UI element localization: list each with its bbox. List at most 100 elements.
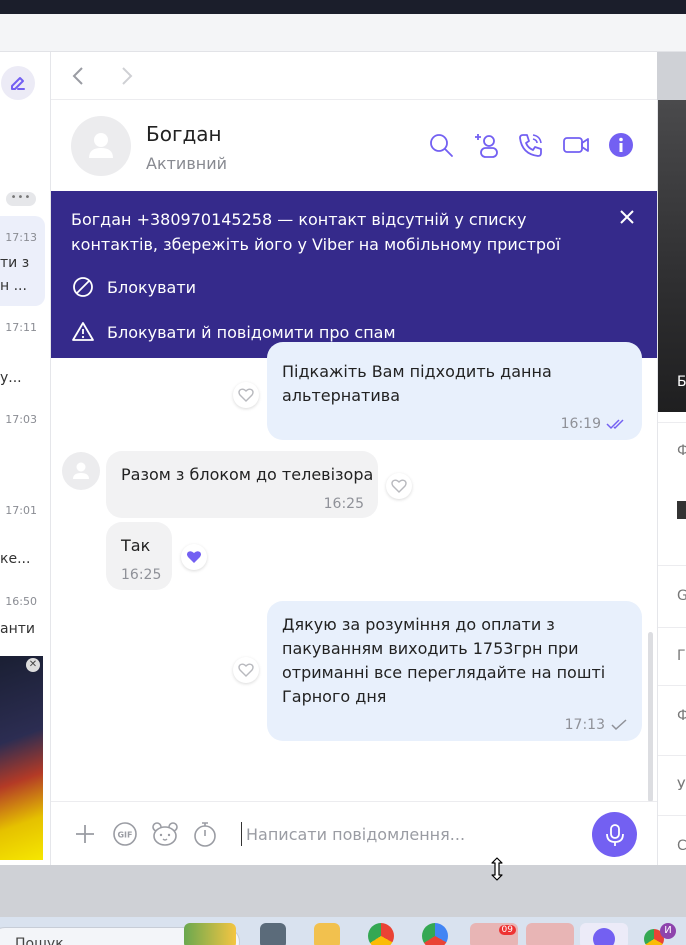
message-text: Гарного дня	[282, 687, 387, 706]
attach-button[interactable]	[71, 820, 99, 848]
close-icon[interactable]	[615, 205, 639, 229]
calculator-icon[interactable]	[260, 923, 286, 945]
microphone-icon	[605, 823, 624, 846]
heart-outline-icon	[238, 388, 254, 402]
ad-image[interactable]: ✕	[0, 656, 43, 860]
info-panel: Б Ф G Г Ф У С	[657, 100, 686, 865]
like-button[interactable]	[386, 473, 412, 499]
forward-icon[interactable]	[114, 64, 138, 88]
chrome-user-icon[interactable]: И	[640, 923, 680, 945]
notification-badge: 09	[498, 925, 516, 935]
info-row[interactable]: G	[658, 565, 686, 627]
scrollbar[interactable]	[648, 632, 653, 802]
sender-avatar[interactable]	[62, 452, 100, 490]
like-button[interactable]	[233, 382, 259, 408]
info-row[interactable]: Ф	[658, 422, 686, 542]
chat-panel: Богдан Активний Богдан +380970145258 — к…	[51, 52, 657, 865]
call-button[interactable]	[516, 130, 546, 160]
composer: GIF	[51, 801, 657, 865]
contact-status: Активний	[146, 154, 228, 173]
info-row[interactable]: С	[658, 815, 686, 865]
message-text: Підкажіть Вам підходить данна	[282, 362, 552, 381]
taskbar: Пошук 09 И	[0, 917, 686, 945]
chat-time: 17:03	[5, 413, 37, 426]
chat-snippet[interactable]: ке...	[0, 551, 50, 567]
search-highlight-icon[interactable]	[184, 923, 236, 945]
unknown-contact-banner: Богдан +380970145258 — контакт відсутній…	[51, 191, 657, 358]
app-icon[interactable]	[526, 923, 574, 945]
message-input[interactable]	[241, 822, 581, 846]
chat-snippet[interactable]: у...	[0, 370, 50, 386]
window-top-strip	[0, 0, 686, 14]
viber-icon[interactable]	[580, 923, 628, 945]
search-icon	[430, 134, 453, 157]
message-text: отриманні все переглядайте на пошті	[282, 663, 606, 682]
block-label: Блокувати	[107, 277, 197, 297]
info-row[interactable]: Ф	[658, 685, 686, 745]
block-report-label: Блокувати й повідомити про спам	[107, 322, 396, 342]
message-text: Так	[121, 536, 151, 555]
person-icon	[73, 462, 89, 479]
more-dots-icon[interactable]: •••	[6, 192, 36, 206]
contact-name: Богдан	[146, 122, 222, 146]
check-icon	[611, 719, 627, 731]
chrome-profile-icon[interactable]	[422, 923, 448, 945]
message-text: Дякую за розуміння до оплати з	[282, 615, 555, 634]
resize-cursor-icon	[491, 857, 503, 881]
banner-text: Богдан +380970145258 — контакт відсутній…	[71, 210, 561, 254]
like-button[interactable]	[233, 657, 259, 683]
message-meta: 17:13	[565, 713, 628, 737]
message-time: 16:25	[323, 496, 364, 512]
taskbar-search-text: Пошук	[15, 936, 64, 945]
folder-icon[interactable]	[314, 923, 340, 945]
chat-snippet[interactable]: анти	[0, 621, 50, 637]
sticker-button[interactable]	[151, 820, 179, 848]
message-bubble-outgoing[interactable]: Підкажіть Вам підходить данна альтернати…	[267, 342, 642, 440]
avatar[interactable]	[71, 116, 131, 176]
like-button-active[interactable]	[181, 544, 207, 570]
chat-snippet: н ...	[0, 278, 27, 294]
voice-message-button[interactable]	[592, 812, 637, 857]
message-time: 16:19	[560, 416, 601, 432]
block-icon	[73, 277, 93, 297]
svg-text:GIF: GIF	[117, 831, 132, 840]
message-text: альтернатива	[282, 386, 400, 405]
search-button[interactable]	[426, 130, 456, 160]
info-row[interactable]: У	[658, 755, 686, 815]
compose-button[interactable]	[1, 66, 35, 100]
message-time: 16:25	[121, 567, 162, 583]
info-row[interactable]: Г	[658, 627, 686, 685]
contact-photo[interactable]	[658, 100, 686, 412]
phone-icon	[519, 134, 542, 157]
chat-time: 17:13	[5, 231, 37, 244]
message-bubble-outgoing[interactable]: Дякую за розуміння до оплати з пакування…	[267, 601, 642, 741]
message-text: пакуванням виходить 1753грн при	[282, 639, 579, 658]
gif-button[interactable]: GIF	[111, 820, 139, 848]
close-icon[interactable]: ✕	[26, 658, 40, 672]
media-thumbnail[interactable]	[677, 501, 686, 519]
message-text: Разом з блоком до телевізора	[121, 465, 374, 484]
telegram-icon[interactable]: 09	[470, 923, 518, 945]
gif-icon: GIF	[113, 822, 137, 846]
video-camera-icon	[563, 137, 589, 153]
chrome-icon[interactable]	[368, 923, 394, 945]
message-bubble-incoming[interactable]: Так 16:25	[106, 522, 172, 590]
browser-toolbar	[0, 14, 686, 52]
block-button[interactable]: Блокувати	[71, 274, 196, 300]
edit-icon	[11, 77, 25, 90]
plus-icon	[76, 825, 94, 843]
message-bubble-incoming[interactable]: Разом з блоком до телевізора 16:25	[106, 451, 378, 518]
message-time: 17:13	[564, 717, 605, 733]
chat-header: Богдан Активний	[51, 100, 657, 191]
chat-snippet: ти з	[0, 255, 30, 271]
photo-caption: Б	[677, 374, 686, 390]
info-button[interactable]	[606, 130, 636, 160]
chat-time: 16:50	[5, 595, 37, 608]
add-participant-button[interactable]	[471, 130, 501, 160]
navigation-row	[51, 52, 657, 100]
video-call-button[interactable]	[561, 130, 591, 160]
timer-button[interactable]	[191, 820, 219, 848]
add-user-icon	[475, 134, 498, 158]
back-icon[interactable]	[67, 64, 91, 88]
chat-time: 17:11	[5, 321, 37, 334]
